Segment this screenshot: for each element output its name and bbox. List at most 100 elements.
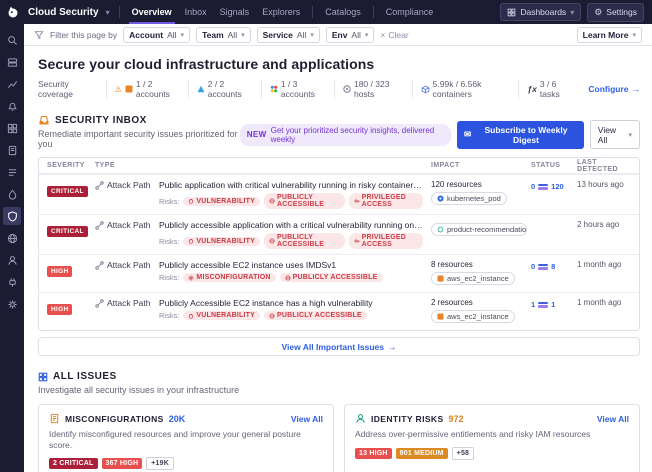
filter-account[interactable]: Account All ▾ bbox=[123, 27, 190, 43]
status-indicator: 08 bbox=[531, 260, 577, 271]
filter-name: Service bbox=[263, 30, 293, 40]
resource-chip[interactable]: aws_ec2_instance bbox=[431, 310, 515, 323]
coverage-hosts[interactable]: 180 / 323 hosts bbox=[334, 79, 412, 99]
risk-privileged-access: PRIVILEGED ACCESS bbox=[349, 193, 423, 209]
tab-catalogs[interactable]: Catalogs bbox=[322, 1, 364, 24]
new-badge: NEW bbox=[247, 130, 267, 139]
dashboards-grid-icon bbox=[507, 8, 516, 17]
misconfigurations-icon bbox=[49, 413, 60, 424]
filter-team[interactable]: Team All ▾ bbox=[196, 27, 251, 43]
resource-chip[interactable]: kubernetes_pod bbox=[431, 192, 507, 205]
more-count-badge[interactable]: +19K bbox=[146, 457, 174, 470]
datadog-logo-icon[interactable] bbox=[5, 4, 21, 20]
gear-icon: ⚙ bbox=[594, 7, 602, 18]
apm-flame-icon[interactable] bbox=[3, 185, 21, 203]
settings-button[interactable]: ⚙ Settings bbox=[587, 3, 644, 22]
tab-inbox[interactable]: Inbox bbox=[182, 1, 210, 24]
view-all-important-issues[interactable]: View All Important Issues → bbox=[38, 337, 640, 356]
footer-link-label: View All Important Issues bbox=[281, 342, 384, 352]
security-inbox-table: SEVERITY TYPE IMPACT STATUS LAST DETECTE… bbox=[38, 157, 640, 331]
table-row[interactable]: CRITICAL Attack Path Publicly accessible… bbox=[39, 214, 639, 254]
coverage-containers[interactable]: 5.99k / 6.56k containers bbox=[412, 79, 519, 99]
filter-value: All bbox=[351, 30, 360, 40]
filter-env[interactable]: Env All ▾ bbox=[326, 27, 375, 43]
notebooks-icon[interactable] bbox=[3, 141, 21, 159]
identity-risks-icon bbox=[355, 413, 366, 424]
risk-publicly-accessible: PUBLICLY ACCESSIBLE bbox=[264, 311, 367, 320]
resource-chip[interactable]: product-recommendation bbox=[431, 223, 527, 236]
arrow-right-icon: → bbox=[388, 342, 397, 352]
last-detected: 13 hours ago bbox=[577, 180, 639, 189]
card-view-all-link[interactable]: View All bbox=[291, 414, 323, 424]
table-row[interactable]: CRITICAL Attack Path Public application … bbox=[39, 174, 639, 214]
rum-user-icon[interactable] bbox=[3, 251, 21, 269]
clear-label: Clear bbox=[388, 30, 408, 40]
learn-more-label: Learn More bbox=[583, 30, 629, 40]
security-shield-icon[interactable] bbox=[3, 207, 21, 225]
rail-settings-gear-icon[interactable] bbox=[3, 295, 21, 313]
inbox-view-all-dropdown[interactable]: View All ▾ bbox=[590, 120, 640, 149]
resource-chip[interactable]: aws_ec2_instance bbox=[431, 272, 515, 285]
search-icon[interactable] bbox=[3, 31, 21, 49]
tab-explorers[interactable]: Explorers bbox=[259, 1, 303, 24]
last-detected: 1 month ago bbox=[577, 260, 639, 269]
row-type: Attack Path bbox=[107, 298, 150, 308]
host-icon bbox=[343, 85, 351, 93]
critical-count-badge[interactable]: 2 CRITICAL bbox=[49, 458, 98, 469]
table-row[interactable]: HIGH Attack Path Publicly accessible EC2… bbox=[39, 254, 639, 292]
more-count-badge[interactable]: +58 bbox=[452, 447, 474, 460]
high-count-badge[interactable]: 367 HIGH bbox=[102, 458, 143, 469]
configure-link[interactable]: Configure → bbox=[588, 84, 640, 94]
coverage-azure[interactable]: 2 / 2 accounts bbox=[188, 79, 261, 99]
risk-vulnerability: VULNERABILITY bbox=[183, 197, 260, 206]
logs-icon[interactable] bbox=[3, 163, 21, 181]
dashboards-icon[interactable] bbox=[3, 119, 21, 137]
subscribe-digest-button[interactable]: ✉ Subscribe to Weekly Digest bbox=[457, 121, 584, 149]
digest-text: Get your prioritized security insights, … bbox=[271, 126, 444, 144]
high-count-badge[interactable]: 13 HIGH bbox=[355, 448, 392, 459]
monitors-bell-icon[interactable] bbox=[3, 97, 21, 115]
filter-service[interactable]: Service All ▾ bbox=[257, 27, 320, 43]
card-view-all-link[interactable]: View All bbox=[597, 414, 629, 424]
kubernetes-icon bbox=[437, 195, 444, 202]
medium-count-badge[interactable]: 901 MEDIUM bbox=[396, 448, 448, 459]
security-inbox-subtitle: Remediate important security issues prio… bbox=[38, 129, 240, 149]
lambda-icon: ƒx bbox=[527, 84, 536, 94]
risks-label: Risks: bbox=[159, 273, 179, 282]
metrics-icon[interactable] bbox=[3, 75, 21, 93]
attack-path-icon bbox=[95, 181, 104, 190]
risks-label: Risks: bbox=[159, 197, 179, 206]
severity-badge: HIGH bbox=[47, 266, 72, 277]
infrastructure-icon[interactable] bbox=[3, 53, 21, 71]
digest-announcement: NEW Get your prioritized security insigh… bbox=[240, 124, 451, 146]
last-detected: 2 hours ago bbox=[577, 220, 639, 229]
learn-more-button[interactable]: Learn More ▾ bbox=[577, 27, 642, 43]
clear-filters-button[interactable]: × Clear bbox=[380, 30, 408, 40]
coverage-text: 1 / 3 accounts bbox=[281, 79, 326, 99]
chevron-down-icon: ▾ bbox=[632, 31, 636, 39]
tab-signals[interactable]: Signals bbox=[217, 1, 253, 24]
dashboards-button[interactable]: Dashboards ▾ bbox=[500, 3, 581, 21]
synthetics-globe-icon[interactable] bbox=[3, 229, 21, 247]
subscribe-label: Subscribe to Weekly Digest bbox=[475, 125, 577, 145]
tab-overview[interactable]: Overview bbox=[129, 1, 175, 24]
coverage-aws[interactable]: ⚠ 1 / 2 accounts bbox=[106, 79, 188, 99]
globe-icon bbox=[269, 198, 275, 204]
coverage-label: Security coverage bbox=[38, 79, 98, 99]
chevron-down-icon: ▾ bbox=[310, 31, 314, 39]
product-switcher[interactable]: Cloud Security bbox=[28, 7, 99, 18]
table-row[interactable]: HIGH Attack Path Publicly Accessible EC2… bbox=[39, 292, 639, 330]
row-type: Attack Path bbox=[107, 220, 150, 230]
risk-privileged-access: PRIVILEGED ACCESS bbox=[349, 233, 423, 249]
row-type: Attack Path bbox=[107, 260, 150, 270]
arrow-right-icon: → bbox=[632, 84, 641, 94]
integrations-plug-icon[interactable] bbox=[3, 273, 21, 291]
risk-misconfiguration: MISCONFIGURATION bbox=[183, 273, 275, 282]
chevron-down-icon: ▾ bbox=[241, 31, 245, 39]
bug-icon bbox=[188, 313, 194, 319]
tab-compliance[interactable]: Compliance bbox=[383, 1, 437, 24]
chevron-down-icon: ▾ bbox=[365, 31, 369, 39]
coverage-gcp[interactable]: 1 / 3 accounts bbox=[261, 79, 334, 99]
coverage-tasks[interactable]: ƒx 3 / 6 tasks bbox=[518, 79, 580, 99]
impact-count: 8 resources bbox=[431, 260, 531, 269]
